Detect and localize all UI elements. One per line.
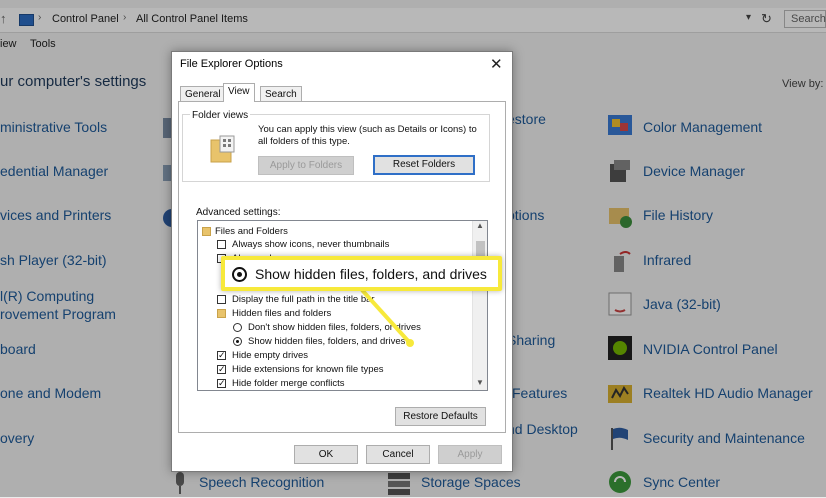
restore-defaults-button[interactable]: Restore Defaults xyxy=(395,407,486,426)
close-icon[interactable]: ✕ xyxy=(490,55,503,73)
advanced-settings-tree[interactable]: Files and Folders Always show icons, nev… xyxy=(197,220,488,391)
apply-button[interactable]: Apply xyxy=(438,445,502,464)
advanced-settings-label: Advanced settings: xyxy=(196,207,281,218)
tab-general[interactable]: General xyxy=(180,86,226,102)
tree-label: Don't show hidden files, folders, or dri… xyxy=(248,322,421,333)
folder-icon xyxy=(202,227,211,236)
scroll-up-icon[interactable]: ▲ xyxy=(476,221,484,230)
dialog-title: File Explorer Options xyxy=(180,58,283,70)
tree-label: Hidden files and folders xyxy=(232,308,332,319)
checkbox-checked[interactable] xyxy=(217,349,226,362)
checkbox[interactable] xyxy=(217,295,226,304)
radio-selected-icon xyxy=(232,267,247,282)
tree-label: Always show icons, never thumbnails xyxy=(232,239,390,250)
apply-to-folders-button[interactable]: Apply to Folders xyxy=(258,156,354,175)
scroll-down-icon[interactable]: ▼ xyxy=(476,378,484,387)
checkbox-checked[interactable] xyxy=(217,377,226,390)
callout-label: Show hidden files, folders, and drives xyxy=(255,266,487,282)
ok-button[interactable]: OK xyxy=(294,445,358,464)
tree-label: Show hidden files, folders, and drives xyxy=(248,336,406,347)
tree-label: Hide empty drives xyxy=(232,350,309,361)
checkbox[interactable] xyxy=(217,240,226,249)
folder-views-label: Folder views xyxy=(190,110,251,121)
cancel-button[interactable]: Cancel xyxy=(366,445,430,464)
tab-view[interactable]: View xyxy=(223,83,255,102)
checkbox-checked[interactable] xyxy=(217,363,226,376)
tree-label: Hide folder merge conflicts xyxy=(232,378,345,389)
reset-folders-button[interactable]: Reset Folders xyxy=(373,155,475,175)
tree-scrollbar[interactable]: ▲ ▼ xyxy=(472,221,487,390)
tree-label: Hide extensions for known file types xyxy=(232,364,384,375)
tab-search[interactable]: Search xyxy=(260,86,302,102)
folder-views-icon xyxy=(210,135,235,163)
radio-button-selected[interactable] xyxy=(233,337,242,346)
radio-button[interactable] xyxy=(233,323,242,332)
folder-views-description: You can apply this view (such as Details… xyxy=(258,124,477,147)
folder-icon xyxy=(217,309,226,318)
dialog-titlebar[interactable]: File Explorer Options ✕ xyxy=(172,52,512,78)
highlight-callout: Show hidden files, folders, and drives xyxy=(221,256,502,291)
tree-label: Display the full path in the title bar xyxy=(232,294,375,305)
tree-label: Files and Folders xyxy=(215,226,288,237)
